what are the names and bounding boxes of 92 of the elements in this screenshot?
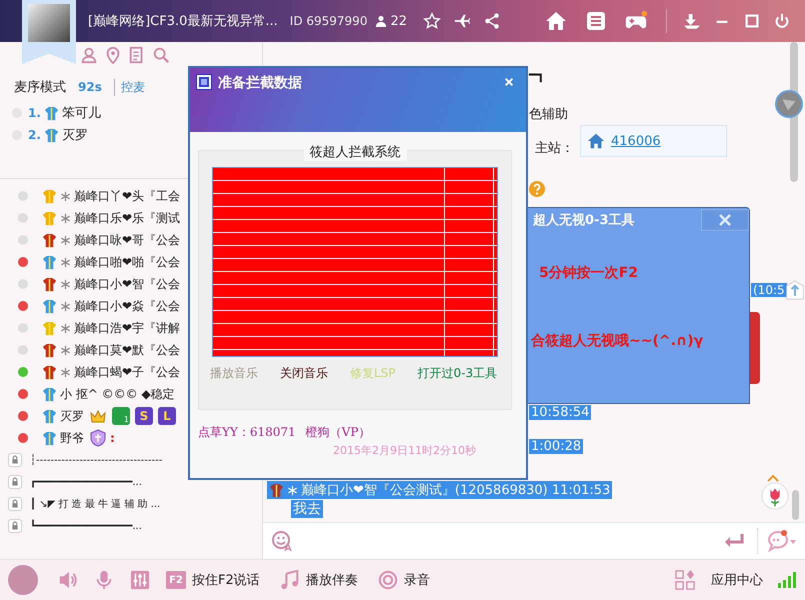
mixer-icon[interactable]	[130, 570, 150, 590]
channel-id: ID 69597990	[290, 14, 368, 28]
lock-icon	[8, 453, 22, 467]
help-icon[interactable]	[529, 181, 545, 197]
app-center-button[interactable]: 应用中心	[711, 571, 763, 589]
star-icon[interactable]	[423, 12, 441, 30]
caret-icon[interactable]	[767, 474, 779, 482]
music-note-icon[interactable]	[280, 570, 300, 590]
download-icon[interactable]	[683, 12, 701, 30]
member-name[interactable]: 巅峰口蝎❤子『公会	[74, 364, 180, 380]
sub-channel-name[interactable]: ┗━━━━━━━━━━━━━━━━...	[30, 520, 142, 532]
member-name[interactable]: 巅峰口小❤焱『公会	[74, 298, 180, 314]
corner-badge-icon	[775, 90, 803, 118]
online-count: 22	[390, 14, 407, 28]
scrollbar-thumb[interactable]	[792, 490, 799, 520]
person-icon	[375, 15, 388, 27]
home-icon[interactable]	[544, 9, 568, 33]
member-name[interactable]: 巅峰口浩❤宇『讲解	[74, 320, 180, 336]
member-name[interactable]: 野爷	[60, 430, 84, 446]
message-input[interactable]	[263, 522, 805, 559]
signal-icon	[777, 572, 797, 588]
sub-channel-name[interactable]: ┏━━━━━━━━━━━━━━━━...	[30, 476, 142, 488]
home-icon	[587, 132, 605, 150]
shield-icon	[89, 429, 107, 447]
chat-bubble-icon[interactable]	[765, 530, 797, 552]
record-icon[interactable]	[378, 570, 398, 590]
site-label: 主站：	[535, 140, 574, 157]
level-badge: S	[135, 407, 153, 425]
window-title: [巅峰网络]CF3.0最新无视异常...	[88, 13, 278, 30]
microphone-icon[interactable]	[94, 570, 114, 590]
channel-logo	[22, 0, 76, 64]
lock-icon	[8, 497, 22, 511]
app-grid-icon[interactable]	[675, 570, 695, 590]
speaker-icon[interactable]	[58, 570, 78, 590]
maximize-icon[interactable]	[743, 12, 761, 30]
member-name[interactable]: 巅峰口啪❤啪『公会	[74, 254, 180, 270]
site-link[interactable]: 416006	[611, 134, 661, 148]
search-icon[interactable]	[152, 46, 170, 64]
lock-icon	[8, 475, 22, 489]
user-avatar[interactable]	[8, 565, 38, 595]
game-badge: 1	[112, 407, 130, 425]
app-icon	[196, 74, 212, 90]
close-icon[interactable]	[701, 209, 749, 231]
list-icon[interactable]	[584, 9, 608, 33]
lock-icon	[8, 519, 22, 533]
sub-channel-name[interactable]: ┃ ↘◤ 打 造 最 牛 逼 辅 助 ...	[30, 497, 160, 511]
member-name[interactable]: 巅峰口丫❤头『工会	[74, 188, 180, 204]
queue-timer: 92s	[78, 80, 102, 94]
member-name[interactable]: 巅峰口小❤智『公会	[74, 276, 180, 292]
accompaniment-button[interactable]: 播放伴奏	[306, 571, 358, 589]
author-text: 橙狗（VP）	[306, 424, 370, 441]
queue-member-name[interactable]: 灭罗	[62, 126, 88, 144]
queue-mode-label: 麦序模式	[14, 79, 66, 96]
member-name[interactable]: 巅峰口咏❤哥『公会	[74, 232, 180, 248]
queue-number: 1.	[28, 106, 42, 120]
instruction-text: 5分钟按一次F2	[539, 264, 638, 282]
share-icon[interactable]	[483, 12, 501, 30]
instruction-text: 合筱超人无视哦~~(^.∩)γ	[531, 332, 704, 350]
member-name[interactable]: 灭罗	[60, 408, 84, 424]
text-button[interactable]: 关闭音乐	[280, 365, 328, 382]
message-sender: 巅峰口小❤智『公会测试』(1205869830) 11:01:53	[301, 482, 610, 499]
queue-member-name[interactable]: 笨可儿	[62, 104, 101, 122]
member-suffix: :	[110, 431, 115, 445]
push-to-talk-button[interactable]: 按住F2说话	[192, 571, 260, 589]
dialog-title: 超人无视0-3工具	[532, 212, 636, 229]
member-name[interactable]: 小 抠^ ©©© ◆稳定	[60, 386, 175, 402]
scroll-up-icon[interactable]	[785, 278, 805, 302]
flower-icon[interactable]	[761, 482, 789, 510]
message-text: 我去	[291, 500, 323, 518]
enter-icon[interactable]	[723, 533, 745, 549]
queue-number: 2.	[28, 128, 42, 142]
message-timestamp: (10:5	[751, 283, 787, 297]
member-name[interactable]: 巅峰口乐❤乐『测试	[74, 210, 180, 226]
contact-text: 点草YY：618071	[198, 424, 296, 441]
member-name[interactable]: 巅峰口莫❤默『公会	[74, 342, 180, 358]
power-icon[interactable]	[773, 12, 791, 30]
dialog-title: 准备拦截数据	[218, 74, 302, 92]
level-badge: L	[158, 407, 176, 425]
plane-icon[interactable]	[453, 12, 471, 30]
banner-fragment: ━┓	[529, 68, 545, 83]
notice-fragment: 色辅助	[529, 106, 568, 123]
record-button[interactable]: 录音	[404, 571, 430, 589]
timestamp-text: 2015年2月9日11时2分10秒	[333, 443, 476, 458]
group-title: 筱超人拦截系统	[304, 143, 406, 161]
message-timestamp: 1:00:28	[529, 439, 584, 454]
location-pin-icon[interactable]	[104, 46, 122, 64]
emoji-icon[interactable]	[271, 530, 293, 552]
snowflake-icon	[287, 484, 298, 496]
person-icon[interactable]	[80, 46, 98, 64]
sub-channel-name[interactable]: ┆-----------------------------------	[30, 454, 162, 466]
text-button[interactable]: 打开过0-3工具	[418, 365, 498, 382]
message-timestamp: 10:58:54	[529, 405, 592, 420]
